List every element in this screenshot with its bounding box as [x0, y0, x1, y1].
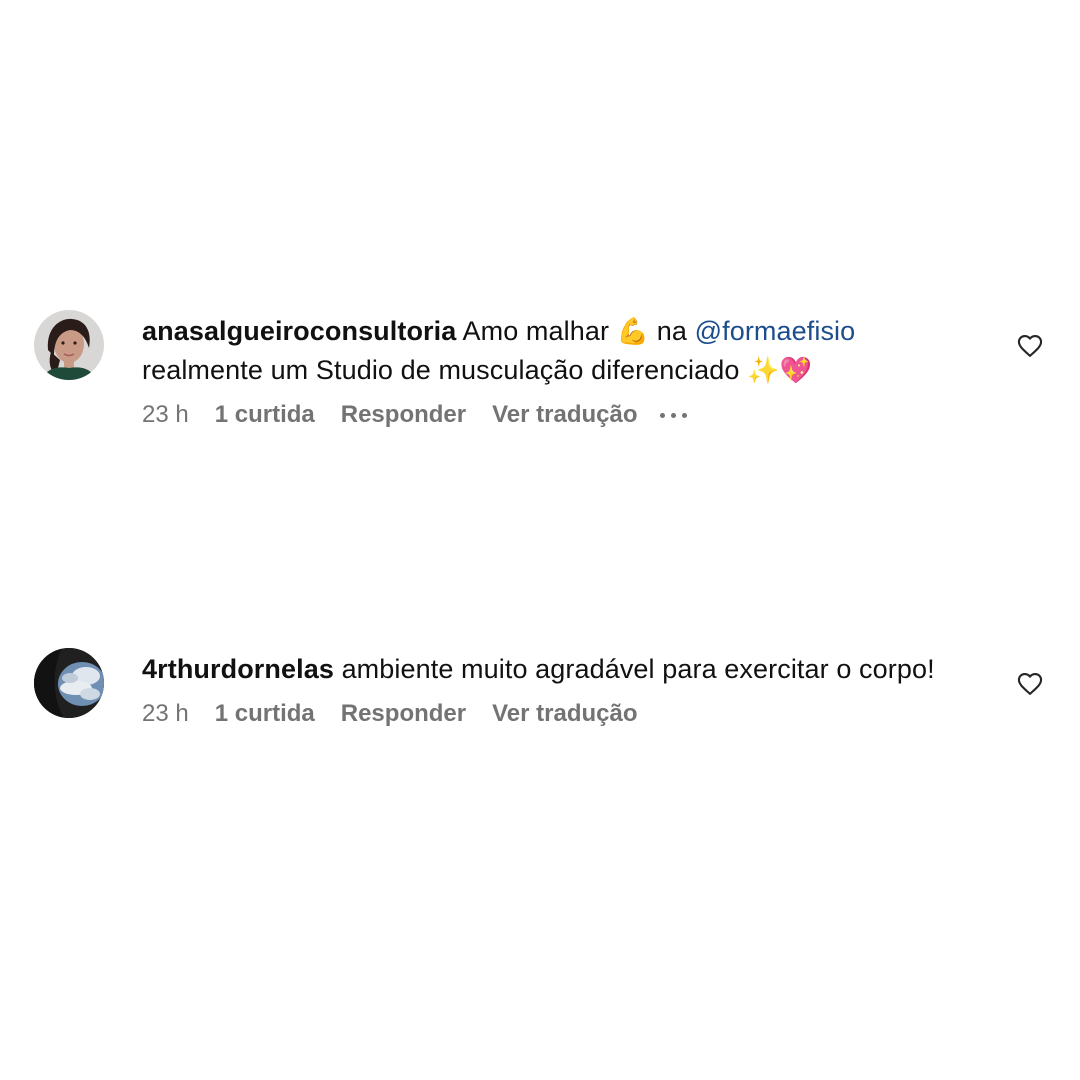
more-options-icon[interactable]	[659, 403, 687, 427]
profile-photo-sky-clouds-icon	[34, 648, 104, 718]
comment-username[interactable]: anasalgueiroconsultoria	[142, 316, 456, 346]
comment-text-part: ambiente muito agradável para exercitar …	[341, 654, 935, 684]
reply-button[interactable]: Responder	[341, 401, 466, 429]
translate-button[interactable]: Ver tradução	[492, 700, 637, 728]
sparkles-heart-emoji: ✨💖	[747, 356, 813, 386]
flexed-biceps-emoji: 💪	[616, 317, 650, 347]
reply-button[interactable]: Responder	[341, 700, 466, 728]
likes-count[interactable]: 1 curtida	[215, 401, 315, 429]
translate-button[interactable]: Ver tradução	[492, 401, 637, 429]
avatar[interactable]	[34, 310, 104, 380]
comment-text: anasalgueiroconsultoria Amo malhar 💪 na …	[142, 312, 972, 390]
comment-text: 4rthurdornelas ambiente muito agradável …	[142, 650, 972, 689]
comment-meta: 23 h 1 curtida Responder Ver tradução	[142, 401, 972, 429]
comment-text-part: Amo malhar	[462, 316, 610, 346]
avatar[interactable]	[34, 648, 104, 718]
comment-timestamp: 23 h	[142, 401, 189, 428]
comment-body: anasalgueiroconsultoria Amo malhar 💪 na …	[142, 312, 972, 429]
mention-link[interactable]: @formaefisio	[695, 316, 856, 346]
comment-text-part: realmente um Studio de musculação difere…	[142, 355, 740, 385]
heart-icon[interactable]	[1016, 670, 1044, 698]
likes-count[interactable]: 1 curtida	[215, 700, 315, 728]
comment-timestamp: 23 h	[142, 700, 189, 727]
comment-meta: 23 h 1 curtida Responder Ver tradução	[142, 700, 972, 728]
comment-username[interactable]: 4rthurdornelas	[142, 654, 334, 684]
comment-body: 4rthurdornelas ambiente muito agradável …	[142, 650, 972, 728]
heart-icon[interactable]	[1016, 332, 1044, 360]
comment-text-part: na	[656, 316, 687, 346]
profile-photo-woman-icon	[34, 310, 104, 380]
